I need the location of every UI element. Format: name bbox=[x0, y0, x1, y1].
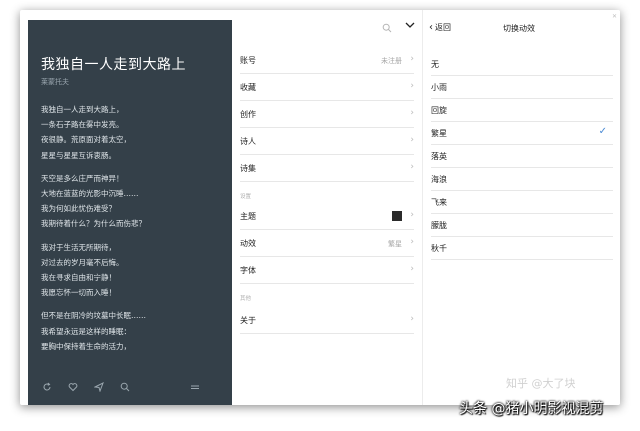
poem-line: 天空是多么庄严而神异！ bbox=[41, 173, 124, 183]
chevron-right-icon: › bbox=[410, 237, 414, 247]
heart-icon[interactable] bbox=[66, 382, 80, 396]
chevron-right-icon: › bbox=[410, 54, 414, 64]
menu-item-favorites[interactable]: 收藏 › bbox=[240, 74, 414, 101]
chevron-right-icon: › bbox=[410, 210, 414, 220]
menu-item-label: 关于 bbox=[240, 316, 256, 325]
menu-item-label: 收藏 bbox=[240, 83, 256, 92]
poem-line: 对过去的岁月毫不后悔。 bbox=[41, 257, 124, 267]
poem-line: 我愿忘怀一切而入睡！ bbox=[41, 288, 116, 298]
back-label: 返回 bbox=[435, 23, 451, 32]
poem-line: 我对于生活无所期待， bbox=[41, 242, 116, 252]
effect-option-stars[interactable]: 繁星 ✓ bbox=[431, 122, 613, 145]
effect-option-petals[interactable]: 落英 bbox=[431, 145, 613, 168]
menu-item-effect[interactable]: 动效 繁星 › bbox=[240, 230, 414, 257]
menu-item-poets[interactable]: 诗人 › bbox=[240, 128, 414, 155]
effect-option-flyin[interactable]: 飞来 bbox=[431, 191, 613, 214]
effect-option-label: 朦胧 bbox=[431, 221, 447, 230]
menu-item-font[interactable]: 字体 › bbox=[240, 257, 414, 284]
effect-option-label: 繁星 bbox=[431, 129, 447, 138]
effect-option-label: 飞来 bbox=[431, 198, 447, 207]
poem-stanza: 天空是多么庄严而神异！ 大地在蓝蓝的光影中沉睡…… 我为何如此忧伤难受？ 我期待… bbox=[41, 171, 226, 232]
poem-stanza: 我独自一人走到大路上， 一条石子路在雾中发亮。 夜很静。荒原面对着太空， 星星与… bbox=[41, 102, 226, 163]
poem-line: 我独自一人走到大路上， bbox=[41, 105, 124, 114]
effect-pane: ✕ ‹ 返回 切换动效 无 小雨 回旋 繁星 ✓ 落英 海浪 飞来 朦胧 秋千 bbox=[422, 10, 620, 405]
poem-stanza: 我对于生活无所期待， 对过去的岁月毫不后悔。 我在寻求自由和宁静！ 我愿忘怀一切… bbox=[41, 240, 226, 301]
poem-toolbar bbox=[28, 378, 232, 402]
menu-item-theme[interactable]: 主题 › bbox=[240, 203, 414, 230]
poem-line: 一条石子路在雾中发亮。 bbox=[41, 120, 124, 130]
search-icon[interactable] bbox=[118, 382, 132, 396]
effect-option-rain[interactable]: 小雨 bbox=[431, 76, 613, 99]
chevron-right-icon: › bbox=[410, 108, 414, 118]
app-window: 我独自一人走到大路上 莱蒙托夫 我独自一人走到大路上， 一条石子路在雾中发亮。 … bbox=[20, 10, 620, 405]
chevron-right-icon: › bbox=[410, 314, 414, 324]
menu-item-label: 动效 bbox=[240, 239, 256, 248]
poem-title: 我独自一人走到大路上 bbox=[41, 57, 186, 73]
menu-item-account[interactable]: 账号 未注册 › bbox=[240, 47, 414, 74]
page-title: 切换动效 bbox=[503, 24, 535, 33]
poem-author: 莱蒙托夫 bbox=[41, 78, 69, 86]
poem-line: 星星与星星互诉衷肠。 bbox=[41, 150, 116, 160]
effect-option-swing[interactable]: 秋千 bbox=[431, 237, 613, 260]
menu-pane: 账号 未注册 › 收藏 › 创作 › 诗人 › 诗集 › 设置 主题 › 动效 … bbox=[232, 10, 422, 405]
menu-item-label: 字体 bbox=[240, 266, 256, 275]
poem-line: 夜很静。荒原面对着太空， bbox=[41, 135, 131, 145]
menu-item-create[interactable]: 创作 › bbox=[240, 101, 414, 128]
menu-item-label: 诗人 bbox=[240, 137, 256, 146]
menu-item-label: 主题 bbox=[240, 212, 256, 221]
send-icon[interactable] bbox=[92, 381, 106, 396]
poem-line: 但不是在阴冷的坟墓中长眠…… bbox=[41, 311, 146, 321]
effect-option-none[interactable]: 无 bbox=[431, 53, 613, 76]
chevron-right-icon: › bbox=[410, 162, 414, 172]
account-status: 未注册 bbox=[381, 57, 402, 65]
menu-item-label: 诗集 bbox=[240, 164, 256, 173]
menu-item-label: 账号 bbox=[240, 56, 256, 65]
watermark-faint: 知乎 @大了块 bbox=[506, 377, 576, 390]
effect-option-label: 秋千 bbox=[431, 244, 447, 253]
refresh-icon[interactable] bbox=[40, 382, 54, 396]
watermark-main: 头条 @猪小明影视混剪 bbox=[459, 401, 604, 417]
back-button[interactable]: ‹ 返回 bbox=[429, 22, 451, 33]
menu-item-label: 创作 bbox=[240, 110, 256, 119]
effect-option-label: 回旋 bbox=[431, 106, 447, 115]
section-settings: 设置 bbox=[240, 194, 252, 200]
effect-option-swirl[interactable]: 回旋 bbox=[431, 99, 613, 122]
chevron-left-icon: ‹ bbox=[429, 22, 433, 33]
poem-line: 要胸中保持着生命的活力， bbox=[41, 341, 131, 351]
chevron-right-icon: › bbox=[410, 81, 414, 91]
poem-line: 我期待着什么？为什么而伤悲？ bbox=[41, 219, 146, 229]
poem-stanza: 但不是在阴冷的坟墓中长眠…… 我希望永远是这样的睡眠： 要胸中保持着生命的活力， bbox=[41, 308, 226, 354]
chevron-right-icon: › bbox=[410, 135, 414, 145]
menu-icon[interactable] bbox=[188, 382, 202, 396]
chevron-right-icon: › bbox=[410, 264, 414, 274]
effect-option-label: 海浪 bbox=[431, 175, 447, 184]
menu-item-collections[interactable]: 诗集 › bbox=[240, 155, 414, 182]
search-icon[interactable] bbox=[382, 18, 392, 33]
theme-swatch bbox=[392, 211, 402, 221]
effect-option-haze[interactable]: 朦胧 bbox=[431, 214, 613, 237]
effect-option-label: 落英 bbox=[431, 152, 447, 161]
checkmark-icon: ✓ bbox=[598, 126, 607, 137]
poem-line: 我为何如此忧伤难受？ bbox=[41, 204, 116, 214]
menu-item-about[interactable]: 关于 › bbox=[240, 307, 414, 334]
effect-option-label: 小雨 bbox=[431, 83, 447, 92]
section-other: 其他 bbox=[240, 296, 252, 302]
close-icon[interactable]: ✕ bbox=[612, 13, 617, 20]
effect-option-label: 无 bbox=[431, 60, 439, 69]
effect-value: 繁星 bbox=[388, 240, 402, 248]
poem-pane: 我独自一人走到大路上 莱蒙托夫 我独自一人走到大路上， 一条石子路在雾中发亮。 … bbox=[28, 20, 232, 405]
poem-line: 大地在蓝蓝的光影中沉睡…… bbox=[41, 189, 139, 199]
effect-option-waves[interactable]: 海浪 bbox=[431, 168, 613, 191]
poem-line: 我在寻求自由和宁静！ bbox=[41, 273, 116, 283]
poem-line: 我希望永远是这样的睡眠： bbox=[41, 326, 131, 336]
chevron-down-icon[interactable] bbox=[404, 16, 416, 28]
poem-body: 我独自一人走到大路上， 一条石子路在雾中发亮。 夜很静。荒原面对着太空， 星星与… bbox=[41, 102, 226, 362]
